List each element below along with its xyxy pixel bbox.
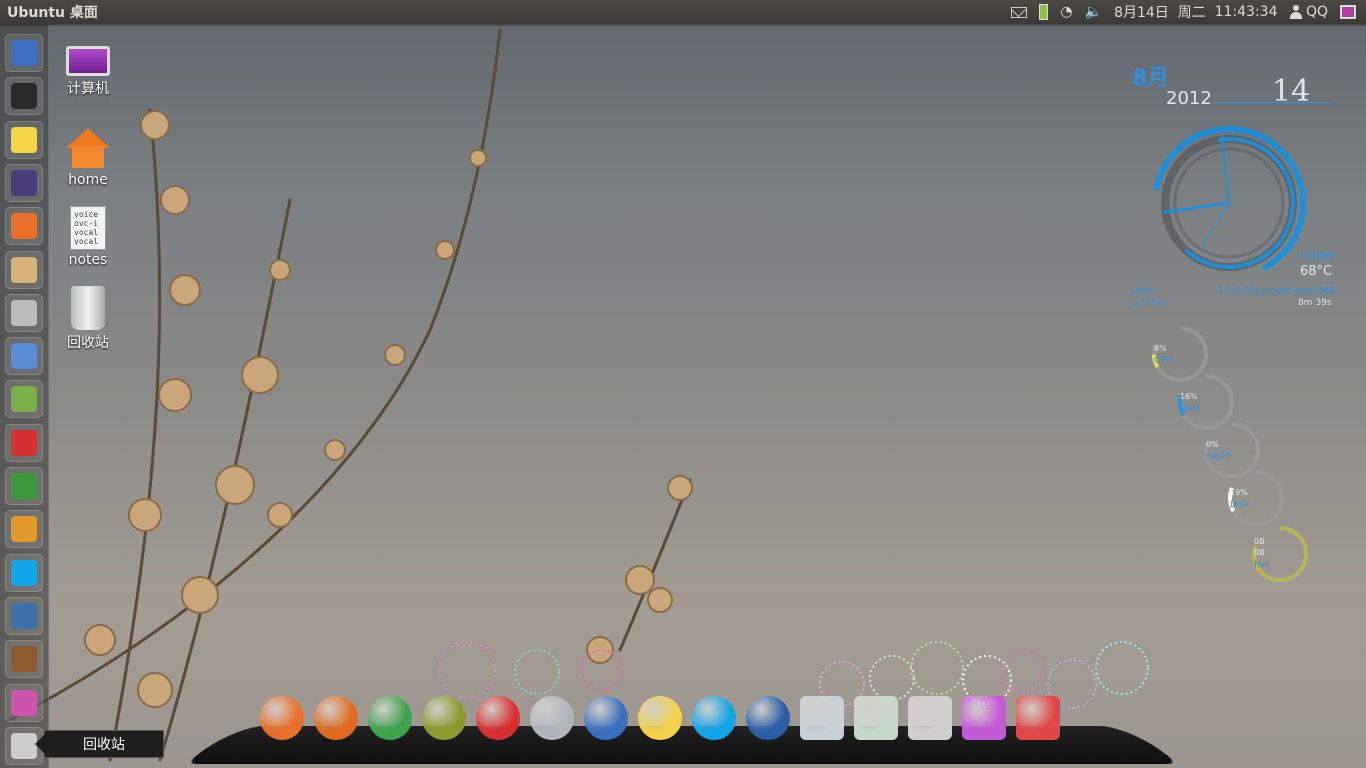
dock-item-red-cube[interactable] [1016,696,1060,740]
launcher-item-finance[interactable] [5,380,43,419]
launcher [0,24,49,768]
session-indicator[interactable] [1334,0,1362,24]
year-label: 2012 [1166,88,1212,109]
night-screensaver-icon [11,169,37,196]
dock-item-skype[interactable] [692,696,736,740]
user-icon [1289,5,1302,19]
dock-item-miro[interactable] [476,696,520,740]
battery-indicator[interactable] [1033,0,1054,24]
dock-item-firefox[interactable] [314,696,358,740]
date-label: 8月14日 [1114,5,1169,21]
user-name: QQ [1305,4,1328,20]
top-panel: Ubuntu 桌面 ◔ 🔈 8月14日 周二 11:43:34 QQ [0,0,1366,24]
disk-meter-ring [1228,470,1284,526]
time-label: 11:43:34 [1214,4,1278,20]
clock-indicator[interactable]: 8月14日 周二 11:43:34 [1108,0,1283,24]
launcher-item-miro[interactable] [5,423,43,462]
qq-mail-icon [11,126,37,153]
volume-indicator[interactable]: 🔈 [1079,0,1108,24]
image-viewer-icon [11,602,37,629]
trash-icon [11,732,37,759]
dock-item-chrome[interactable] [368,696,412,740]
dock-item-cube-glass-1[interactable] [800,696,844,740]
day-label: 14 [1272,74,1311,109]
cpu-value: 8% [1154,344,1167,353]
uptime-value: 8m 39s [1298,298,1332,308]
session-icon [1340,5,1356,19]
gvim-icon [11,473,37,499]
disk-label: Disk [1230,500,1250,510]
temperature: 68°C [1300,264,1333,279]
launcher-item-software-center[interactable] [5,207,43,246]
clock-month: 8月 [1132,66,1170,91]
ram-label: RAM [1180,404,1200,414]
launcher-item-night-screensaver[interactable] [5,163,43,202]
launcher-item-skype[interactable] [5,553,43,592]
user-indicator[interactable]: QQ [1284,0,1335,24]
network-indicator[interactable]: ◔ [1054,0,1078,24]
dock [184,640,1180,768]
volume-icon: 🔈 [1084,4,1103,20]
dock-item-qq[interactable] [638,696,682,740]
disk-value: 19% [1230,488,1248,497]
virtualbox-icon [11,40,37,66]
launcher-item-favorites[interactable] [5,337,43,376]
launcher-item-image-viewer[interactable] [5,596,43,635]
system-monitor-icon [11,83,37,110]
dock-item-cube-app[interactable] [530,696,574,740]
weekday-label: 周二 [1177,5,1206,21]
launcher-item-presentation[interactable] [5,683,43,722]
password-keyring-icon [11,516,37,543]
uptime-label: Uptime: [1130,298,1166,308]
analog-clock [1152,126,1306,280]
launcher-item-password-keyring[interactable] [5,510,43,549]
archive-manager-icon [11,256,37,283]
dock-item-virtualbox[interactable] [584,696,628,740]
favorites-icon [11,343,37,370]
presentation-icon [11,689,37,716]
library-icon [11,646,37,673]
battery-icon [1039,4,1049,20]
dock-item-file-cabinet[interactable] [908,696,952,740]
window-title: Ubuntu 桌面 [7,5,98,21]
system-widgets: 8月 2012 14 Home 68°C Linux 3.2.0-23-gene… [1120,50,1360,590]
network-icon: ◔ [1060,4,1073,20]
miro-icon [11,429,37,456]
os-label: Linux [1130,286,1155,296]
launcher-item-virtualbox[interactable] [5,34,43,72]
kernel-version: 3.2.0-23-generic-pae i686 [1218,286,1336,296]
software-center-icon [11,213,37,240]
skype-icon [11,559,37,586]
dock-item-thunderbird[interactable] [746,696,790,740]
ram-value: 16% [1180,392,1198,401]
mail-icon [1011,6,1028,18]
finance-icon [11,386,37,413]
help-icon [11,299,37,326]
swap-value: 0% [1206,440,1219,449]
launcher-item-archive-manager[interactable] [5,250,43,289]
mail-indicator[interactable] [1005,0,1033,24]
launcher-item-qq-mail[interactable] [5,120,43,159]
dock-item-cube-glass-2[interactable] [854,696,898,740]
cpu-label: CPU [1154,356,1173,366]
dock-item-gnome-books[interactable] [422,696,466,740]
launcher-item-help[interactable] [5,293,43,332]
launcher-item-system-monitor[interactable] [5,77,43,116]
dock-item-ubuntu-logo[interactable] [260,696,304,740]
net-label: Net [1254,560,1270,570]
net-value: 0B 0B [1254,537,1265,557]
swap-label: SWAP [1206,452,1232,462]
dock-item-pink-cube[interactable] [962,696,1006,740]
launcher-item-gvim[interactable] [5,467,43,505]
launcher-item-library[interactable] [5,640,43,679]
weather-location: Home [1300,248,1336,262]
launcher-tooltip: 回收站 [35,730,164,758]
date-underline [1214,102,1332,103]
